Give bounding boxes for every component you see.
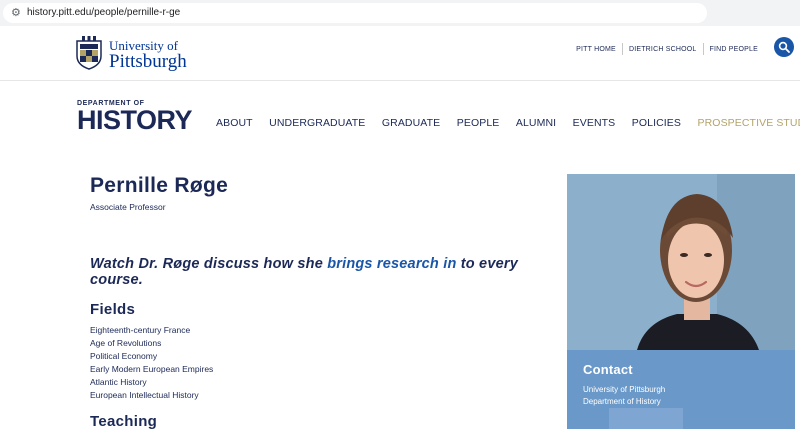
util-link-find-people[interactable]: FIND PEOPLE	[704, 46, 765, 53]
list-item: Age of Revolutions	[90, 338, 162, 348]
department-name: HISTORY	[77, 105, 193, 135]
tune-icon[interactable]: ⚙	[11, 6, 21, 19]
profile-photo	[567, 174, 795, 350]
contact-line-1: University of Pittsburgh	[583, 385, 666, 394]
contact-heading: Contact	[583, 362, 633, 377]
util-link-pitt-home[interactable]: PITT HOME	[570, 46, 622, 53]
video-callout: Watch Dr. Røge discuss how she brings re…	[90, 256, 550, 288]
search-icon	[778, 41, 790, 53]
list-item: Early Modern European Empires	[90, 364, 214, 374]
profile-title: Associate Professor	[90, 202, 166, 212]
pitt-shield-icon	[76, 36, 102, 70]
fields-list: Eighteenth-century France Age of Revolut…	[90, 324, 213, 402]
contact-panel: Contact University of Pittsburgh Departm…	[567, 350, 795, 429]
teaching-heading: Teaching	[90, 413, 158, 430]
fields-heading: Fields	[90, 301, 136, 318]
nav-events[interactable]: EVENTS	[573, 117, 616, 129]
browser-toolbar: ⚙ history.pitt.edu/people/pernille-r-ge	[0, 0, 800, 26]
site-header: University of Pittsburgh PITT HOME DIETR…	[0, 26, 800, 81]
video-link[interactable]: brings research in	[327, 256, 456, 272]
contact-card	[609, 408, 683, 429]
url-text[interactable]: history.pitt.edu/people/pernille-r-ge	[27, 7, 180, 18]
profile-name: Pernille Røge	[90, 174, 229, 197]
utility-nav: PITT HOME DIETRICH SCHOOL FIND PEOPLE	[570, 43, 764, 55]
nav-prospective-students[interactable]: PROSPECTIVE STUDENTS	[698, 117, 800, 129]
nav-policies[interactable]: POLICIES	[632, 117, 681, 129]
util-link-dietrich-school[interactable]: DIETRICH SCHOOL	[623, 46, 703, 53]
nav-graduate[interactable]: GRADUATE	[382, 117, 440, 129]
nav-undergraduate[interactable]: UNDERGRADUATE	[269, 117, 365, 129]
search-button[interactable]	[774, 37, 794, 57]
department-wordmark[interactable]: DEPARTMENT OF HISTORY	[77, 100, 193, 135]
list-item: Eighteenth-century France	[90, 325, 191, 335]
nav-about[interactable]: ABOUT	[216, 117, 253, 129]
nav-people[interactable]: PEOPLE	[457, 117, 500, 129]
portrait-illustration	[567, 174, 795, 350]
contact-line-2: Department of History	[583, 397, 661, 406]
list-item: Atlantic History	[90, 377, 147, 387]
list-item: European Intellectual History	[90, 390, 199, 400]
list-item: Political Economy	[90, 351, 158, 361]
address-bar[interactable]: ⚙ history.pitt.edu/people/pernille-r-ge	[3, 3, 707, 23]
main-nav: ABOUT UNDERGRADUATE GRADUATE PEOPLE ALUM…	[216, 117, 800, 129]
nav-alumni[interactable]: ALUMNI	[516, 117, 556, 129]
video-text-prefix: Watch Dr. Røge discuss how she	[90, 256, 328, 272]
logo-line-2: Pittsburgh	[109, 51, 187, 72]
pitt-logo[interactable]: University of Pittsburgh	[75, 36, 195, 74]
